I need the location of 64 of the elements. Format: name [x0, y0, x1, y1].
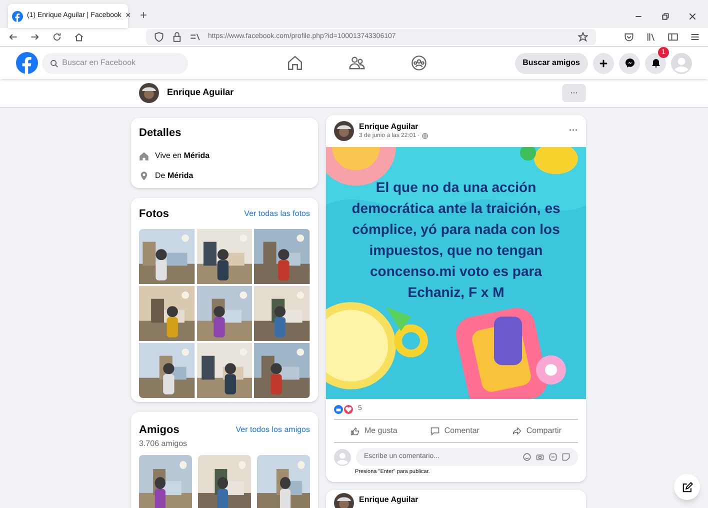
detail-text: Vive en Mérida: [155, 150, 210, 162]
sidebar-icon[interactable]: [668, 32, 678, 42]
plus-icon: [599, 58, 608, 68]
camera-icon[interactable]: [536, 453, 544, 461]
shield-icon[interactable]: [154, 32, 164, 42]
pocket-icon[interactable]: [624, 32, 634, 42]
house-icon: [139, 150, 149, 160]
like-button[interactable]: Me gusta: [350, 425, 398, 437]
author-avatar-icon[interactable]: [334, 121, 354, 141]
facebook-logo-icon: [12, 10, 23, 22]
author-name[interactable]: Enrique Aguilar: [359, 122, 428, 132]
speech-bubble-icon: [430, 426, 440, 436]
minimize-icon[interactable]: [635, 13, 642, 20]
author-avatar-icon[interactable]: [334, 493, 354, 508]
home-icon[interactable]: [74, 32, 84, 42]
create-button[interactable]: [593, 52, 614, 74]
facebook-logo-icon[interactable]: [16, 52, 38, 74]
home-icon[interactable]: [287, 55, 303, 71]
notifications-button[interactable]: [645, 52, 666, 74]
profile-name[interactable]: Enrique Aguilar: [167, 86, 234, 100]
more-button[interactable]: ···: [562, 84, 586, 102]
new-message-button[interactable]: [674, 474, 700, 500]
detail-text: De Mérida: [155, 170, 194, 182]
post-options-button[interactable]: ···: [569, 124, 578, 138]
new-tab-button[interactable]: +: [140, 6, 148, 24]
search-icon: [50, 58, 58, 68]
card-title: Detalles: [139, 126, 182, 141]
see-all-friends-link[interactable]: Ver todos los amigos: [236, 424, 310, 436]
close-tab-button[interactable]: ×: [125, 9, 131, 23]
bell-icon: [650, 58, 660, 68]
people-icon[interactable]: [349, 55, 365, 71]
card-title: Amigos: [139, 422, 180, 438]
author-name[interactable]: Enrique Aguilar: [359, 494, 418, 506]
back-icon[interactable]: [8, 32, 18, 42]
avatar-icon: [334, 448, 351, 466]
library-icon[interactable]: [646, 32, 656, 42]
friend-count: 3.706 amigos: [139, 438, 188, 450]
bookmark-star-icon[interactable]: [578, 32, 588, 42]
see-all-photos-link[interactable]: Ver todas las fotos: [244, 208, 310, 220]
reload-icon[interactable]: [52, 32, 62, 42]
forward-icon[interactable]: [30, 32, 40, 42]
restore-icon[interactable]: [662, 13, 669, 20]
messenger-button[interactable]: [619, 52, 640, 74]
share-button[interactable]: Compartir: [512, 425, 562, 437]
profile-avatar-icon[interactable]: [139, 83, 159, 103]
comment-button[interactable]: Comentar: [430, 425, 480, 437]
location-pin-icon: [139, 170, 149, 180]
share-arrow-icon: [512, 426, 522, 436]
globe-icon: [422, 133, 428, 139]
love-reaction-icon: [344, 404, 353, 414]
search-input[interactable]: Buscar en Facebook: [62, 57, 180, 69]
lock-icon[interactable]: [172, 32, 182, 42]
edit-icon: [682, 482, 692, 492]
emoji-icon[interactable]: [523, 453, 531, 461]
sticker-icon[interactable]: [562, 453, 570, 461]
find-friends-button[interactable]: Buscar amigos: [514, 52, 588, 74]
card-title: Fotos: [139, 207, 169, 222]
groups-icon[interactable]: [411, 55, 427, 71]
close-icon[interactable]: [689, 13, 696, 20]
menu-icon[interactable]: [690, 32, 700, 42]
thumbs-up-icon: [350, 426, 360, 436]
messenger-icon: [624, 58, 634, 68]
search-field[interactable]: Buscar en Facebook: [42, 52, 188, 74]
post-image-text: El que no da una acción democrática ante la traición, es cómplice, yó para nada con los impuestos, que no tengan concenso.mi voto es para Echaniz, F x M: [350, 178, 562, 302]
